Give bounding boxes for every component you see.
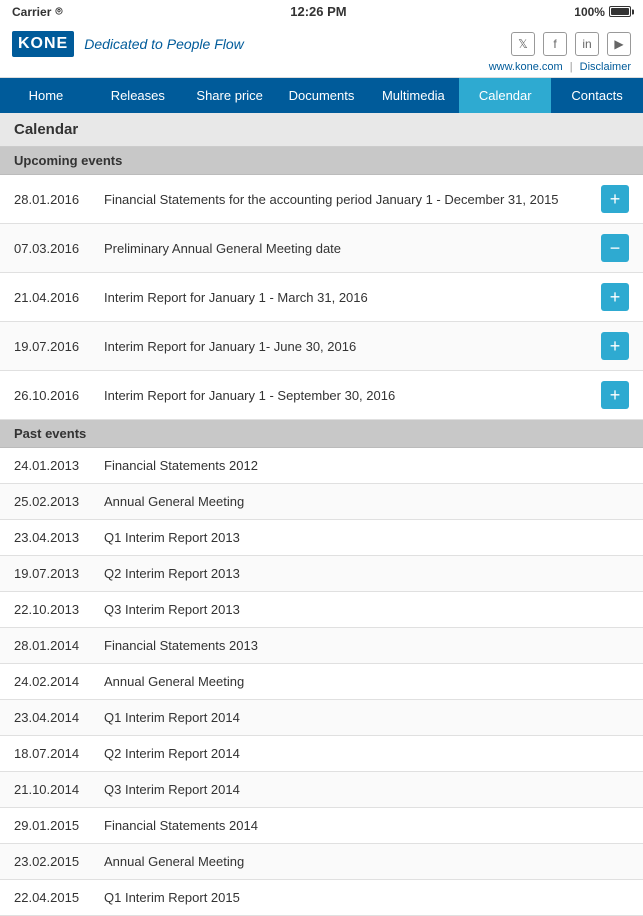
clock: 12:26 PM: [290, 4, 346, 19]
past-event-row: 28.01.2014Financial Statements 2013: [0, 628, 643, 664]
upcoming-section-header: Upcoming events: [0, 147, 643, 175]
event-date: 18.07.2014: [14, 746, 104, 761]
event-title: Annual General Meeting: [104, 494, 629, 509]
header-top: KONE Dedicated to People Flow 𝕏 f in ▶: [12, 31, 631, 57]
nav-documents[interactable]: Documents: [276, 78, 368, 113]
past-event-row: 23.02.2015Annual General Meeting: [0, 844, 643, 880]
event-date: 23.04.2014: [14, 710, 104, 725]
past-event-row: 24.02.2014Annual General Meeting: [0, 664, 643, 700]
event-date: 21.04.2016: [14, 290, 104, 305]
expand-event-button[interactable]: +: [601, 283, 629, 311]
upcoming-event-row: 19.07.2016Interim Report for January 1- …: [0, 322, 643, 371]
past-event-row: 21.10.2014Q3 Interim Report 2014: [0, 772, 643, 808]
past-event-row: 19.07.2013Q2 Interim Report 2013: [0, 556, 643, 592]
tagline: Dedicated to People Flow: [84, 36, 244, 52]
nav-calendar[interactable]: Calendar: [459, 78, 551, 113]
upcoming-events-list: 28.01.2016Financial Statements for the a…: [0, 175, 643, 420]
carrier-label: Carrier: [12, 5, 51, 19]
twitter-icon[interactable]: 𝕏: [511, 32, 535, 56]
event-title: Financial Statements 2012: [104, 458, 629, 473]
past-event-row: 25.02.2013Annual General Meeting: [0, 484, 643, 520]
event-date: 19.07.2016: [14, 339, 104, 354]
upcoming-event-row: 21.04.2016Interim Report for January 1 -…: [0, 273, 643, 322]
event-title: Preliminary Annual General Meeting date: [104, 241, 601, 256]
past-event-row: 22.04.2015Q1 Interim Report 2015: [0, 880, 643, 916]
event-date: 23.04.2013: [14, 530, 104, 545]
past-section-header: Past events: [0, 420, 643, 448]
upcoming-event-row: 28.01.2016Financial Statements for the a…: [0, 175, 643, 224]
event-title: Q1 Interim Report 2015: [104, 890, 629, 905]
battery-percent: 100%: [574, 5, 605, 19]
event-title: Q1 Interim Report 2013: [104, 530, 629, 545]
event-date: 21.10.2014: [14, 782, 104, 797]
past-event-row: 29.01.2015Financial Statements 2014: [0, 808, 643, 844]
event-title: Financial Statements for the accounting …: [104, 192, 601, 207]
event-date: 19.07.2013: [14, 566, 104, 581]
website-link[interactable]: www.kone.com: [489, 61, 563, 73]
nav-releases[interactable]: Releases: [92, 78, 184, 113]
event-date: 28.01.2014: [14, 638, 104, 653]
event-date: 25.02.2013: [14, 494, 104, 509]
past-event-row: 24.01.2013Financial Statements 2012: [0, 448, 643, 484]
wifi-icon: ⌾: [55, 4, 62, 19]
kone-logo: KONE: [12, 31, 74, 57]
battery-indicator: 100%: [574, 5, 631, 19]
status-bar: Carrier ⌾ 12:26 PM 100%: [0, 0, 643, 23]
nav-share-price[interactable]: Share price: [184, 78, 276, 113]
event-date: 22.10.2013: [14, 602, 104, 617]
event-date: 29.01.2015: [14, 818, 104, 833]
event-title: Q3 Interim Report 2014: [104, 782, 629, 797]
event-date: 26.10.2016: [14, 388, 104, 403]
nav-contacts[interactable]: Contacts: [551, 78, 643, 113]
facebook-icon[interactable]: f: [543, 32, 567, 56]
expand-event-button[interactable]: +: [601, 381, 629, 409]
past-event-row: 18.07.2014Q2 Interim Report 2014: [0, 736, 643, 772]
logo-text: KONE: [18, 35, 68, 53]
upcoming-event-row: 07.03.2016Preliminary Annual General Mee…: [0, 224, 643, 273]
battery-bar: [609, 6, 631, 17]
upcoming-event-row: 26.10.2016Interim Report for January 1 -…: [0, 371, 643, 420]
event-date: 22.04.2015: [14, 890, 104, 905]
past-event-row: 23.04.2014Q1 Interim Report 2014: [0, 700, 643, 736]
event-title: Annual General Meeting: [104, 674, 629, 689]
past-event-row: 23.04.2013Q1 Interim Report 2013: [0, 520, 643, 556]
expand-event-button[interactable]: +: [601, 332, 629, 360]
linkedin-icon[interactable]: in: [575, 32, 599, 56]
event-date: 07.03.2016: [14, 241, 104, 256]
disclaimer-link[interactable]: Disclaimer: [580, 61, 631, 73]
navigation: Home Releases Share price Documents Mult…: [0, 78, 643, 113]
event-date: 24.02.2014: [14, 674, 104, 689]
event-title: Annual General Meeting: [104, 854, 629, 869]
event-title: Interim Report for January 1 - September…: [104, 388, 601, 403]
logo-area: KONE Dedicated to People Flow: [12, 31, 244, 57]
collapse-event-button[interactable]: −: [601, 234, 629, 262]
event-date: 23.02.2015: [14, 854, 104, 869]
event-date: 28.01.2016: [14, 192, 104, 207]
header-links: www.kone.com | Disclaimer: [12, 59, 631, 73]
event-date: 24.01.2013: [14, 458, 104, 473]
youtube-icon[interactable]: ▶: [607, 32, 631, 56]
battery-fill: [611, 8, 629, 15]
event-title: Q2 Interim Report 2014: [104, 746, 629, 761]
past-event-row: 22.10.2013Q3 Interim Report 2013: [0, 592, 643, 628]
header: KONE Dedicated to People Flow 𝕏 f in ▶ w…: [0, 23, 643, 78]
event-title: Q2 Interim Report 2013: [104, 566, 629, 581]
event-title: Q3 Interim Report 2013: [104, 602, 629, 617]
carrier-signal: Carrier ⌾: [12, 4, 63, 19]
event-title: Financial Statements 2013: [104, 638, 629, 653]
event-title: Financial Statements 2014: [104, 818, 629, 833]
past-events-list: 24.01.2013Financial Statements 201225.02…: [0, 448, 643, 916]
pipe-divider: |: [570, 61, 573, 73]
nav-home[interactable]: Home: [0, 78, 92, 113]
nav-multimedia[interactable]: Multimedia: [367, 78, 459, 113]
event-title: Interim Report for January 1 - March 31,…: [104, 290, 601, 305]
social-icons-group: 𝕏 f in ▶: [511, 32, 631, 56]
expand-event-button[interactable]: +: [601, 185, 629, 213]
page-title: Calendar: [0, 113, 643, 147]
event-title: Q1 Interim Report 2014: [104, 710, 629, 725]
event-title: Interim Report for January 1- June 30, 2…: [104, 339, 601, 354]
